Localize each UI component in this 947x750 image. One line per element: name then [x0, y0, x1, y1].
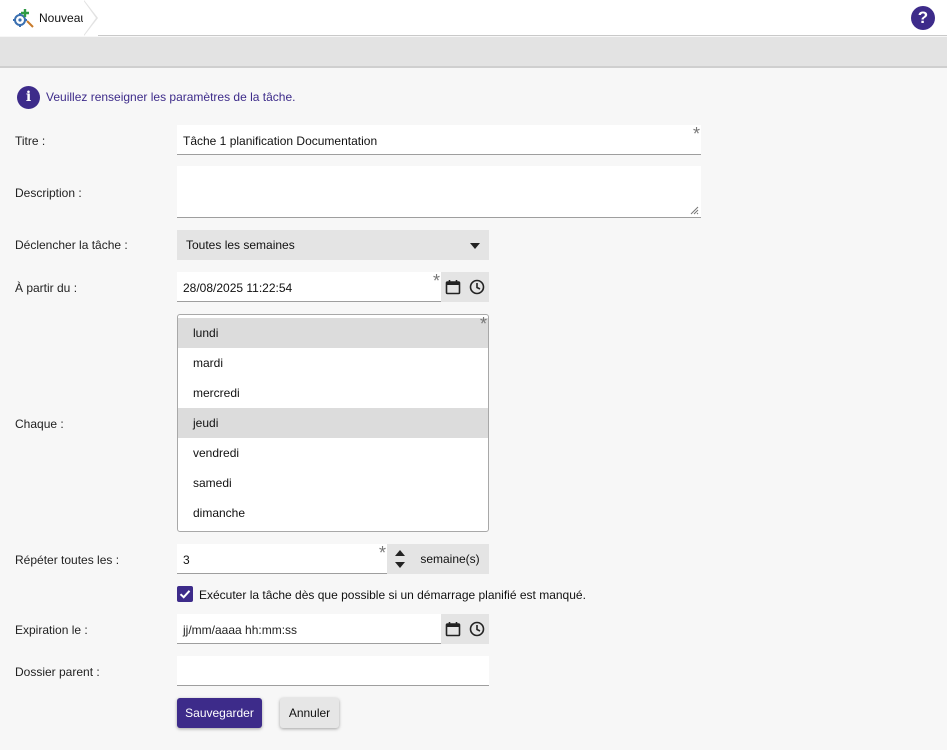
description-label: Description :	[15, 186, 82, 200]
list-item-day[interactable]: mercredi	[178, 378, 488, 408]
description-textarea[interactable]	[177, 166, 701, 218]
start-datetime-buttons	[441, 272, 489, 302]
calendar-icon[interactable]	[445, 621, 461, 637]
info-message: Veuillez renseigner les paramètres de la…	[46, 90, 296, 104]
toolbar	[0, 37, 947, 68]
resize-handle-icon[interactable]	[690, 206, 699, 215]
clock-icon[interactable]	[469, 279, 485, 295]
trigger-label: Déclencher la tâche :	[15, 238, 128, 252]
trigger-select[interactable]: Toutes les semaines	[177, 230, 489, 260]
repeat-number-input[interactable]: 3 *	[177, 544, 387, 574]
run-missed-label[interactable]: Exécuter la tâche dès que possible si un…	[199, 588, 586, 602]
save-button[interactable]: Sauvegarder	[177, 698, 262, 728]
start-datetime-input[interactable]: 28/08/2025 11:22:54 *	[177, 272, 441, 302]
info-icon: i	[17, 86, 40, 109]
every-label: Chaque :	[15, 417, 64, 431]
calendar-icon[interactable]	[445, 279, 461, 295]
list-item-day[interactable]: samedi	[178, 468, 488, 498]
expiration-label: Expiration le :	[15, 623, 88, 637]
expiration-placeholder: jj/mm/aaaa hh:mm:ss	[183, 623, 298, 637]
required-marker: *	[378, 543, 386, 563]
repeat-unit: semaine(s)	[411, 544, 489, 574]
days-listbox[interactable]: lundi mardi mercredi jeudi vendredi same…	[177, 314, 489, 532]
clock-icon[interactable]	[469, 621, 485, 637]
title-input-value: Tâche 1 planification Documentation	[183, 134, 378, 148]
list-item-day[interactable]: jeudi	[178, 408, 488, 438]
breadcrumb-divider-inner	[83, 0, 96, 36]
list-item-day[interactable]: dimanche	[178, 498, 488, 528]
required-marker: *	[479, 314, 487, 334]
title-input[interactable]: Tâche 1 planification Documentation *	[177, 125, 701, 155]
run-missed-checkbox[interactable]	[177, 586, 193, 602]
parent-folder-input[interactable]	[177, 656, 489, 686]
list-item-day[interactable]: mardi	[178, 348, 488, 378]
help-button[interactable]: ?	[911, 6, 935, 30]
repeat-label: Répéter toutes les :	[15, 553, 120, 567]
expiration-datetime-input[interactable]: jj/mm/aaaa hh:mm:ss	[177, 614, 441, 644]
required-marker: *	[432, 271, 440, 291]
repeat-stepper[interactable]	[387, 544, 411, 574]
trigger-select-value: Toutes les semaines	[186, 238, 295, 252]
title-label: Titre :	[15, 134, 46, 148]
start-datetime-value: 28/08/2025 11:22:54	[183, 281, 293, 295]
info-icon-glyph: i	[25, 89, 32, 105]
start-label: À partir du :	[15, 281, 78, 295]
required-marker: *	[692, 124, 700, 144]
cancel-button[interactable]: Annuler	[280, 698, 339, 728]
expiration-datetime-buttons	[441, 614, 489, 644]
help-circle-icon: ?	[917, 8, 929, 27]
chevron-down-icon	[470, 243, 480, 249]
scheduled-task-icon	[13, 9, 34, 28]
checkmark-icon	[179, 590, 191, 599]
list-item-day[interactable]: lundi	[178, 318, 488, 348]
parent-folder-label: Dossier parent :	[15, 665, 100, 679]
repeat-value: 3	[183, 553, 190, 567]
list-item-day[interactable]: vendredi	[178, 438, 488, 468]
top-bar: Nouveau ?	[0, 0, 947, 36]
chevron-up-icon[interactable]	[395, 550, 405, 556]
breadcrumb-label: Nouveau	[39, 11, 88, 25]
chevron-down-icon[interactable]	[395, 562, 405, 568]
